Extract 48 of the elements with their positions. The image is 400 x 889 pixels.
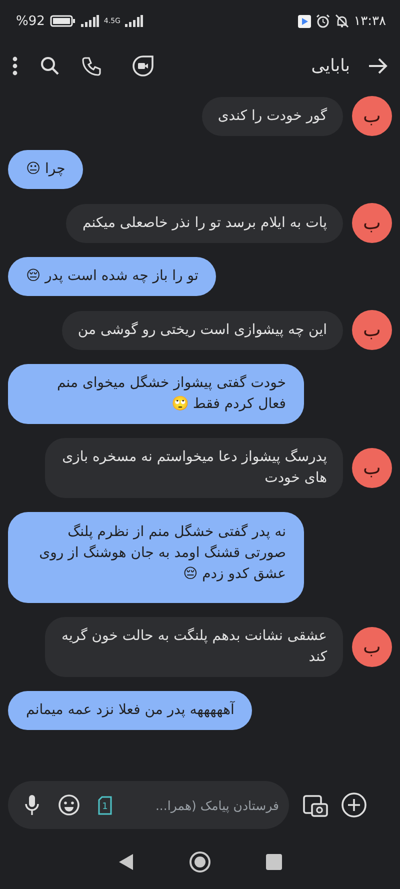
contact-avatar: ب: [352, 203, 392, 243]
message-text: نه پدر گفتی خشگل منم از نظرم پلنگ صورتی قشنگ اومد به جان هوشنگ از روی عشق کدو زدم 😔: [39, 524, 286, 582]
recents-icon[interactable]: [266, 854, 282, 870]
message-bubble[interactable]: آهههههه پدر من فعلا نزد عمه میمانم: [8, 691, 252, 730]
alarm-icon: [316, 14, 330, 28]
back-arrow-icon[interactable]: [368, 57, 388, 75]
signal-icon: [125, 15, 144, 27]
contact-name: بابایی: [311, 56, 350, 76]
phone-icon[interactable]: [82, 56, 102, 76]
message-bubble[interactable]: گور خودت را کندی: [202, 96, 343, 136]
message-text: پات به ایلام برسد تو را نذر خاصعلی میکنم: [82, 214, 327, 230]
add-icon[interactable]: [341, 792, 367, 818]
message-text: تو را باز چه شده است پدر 😔: [26, 268, 198, 284]
message-text: خودت گفتی پیشواز خشگل میخوای منم فعال کردم فقط 🙄: [56, 375, 286, 412]
sim-selector[interactable]: 1: [98, 796, 112, 814]
play-store-icon: [298, 14, 311, 28]
search-icon[interactable]: [40, 56, 60, 76]
battery-icon: [50, 15, 76, 27]
signal-icon: [80, 15, 99, 27]
message-input-field[interactable]: فرستادن پیامک (همرا...: [124, 798, 279, 812]
muted-bell-icon: [334, 14, 349, 28]
microphone-icon[interactable]: [24, 794, 40, 816]
message-bubble[interactable]: تو را باز چه شده است پدر 😔: [8, 257, 216, 296]
message-text: گور خودت را کندی: [218, 108, 327, 124]
back-icon[interactable]: [118, 852, 134, 870]
message-text: چرا 😐: [26, 161, 66, 177]
gallery-camera-icon[interactable]: [303, 792, 329, 818]
emoji-picker-icon[interactable]: [58, 794, 80, 816]
message-bubble[interactable]: پات به ایلام برسد تو را نذر خاصعلی میکنم: [66, 204, 343, 242]
home-icon[interactable]: [188, 850, 211, 872]
battery-percent: %92: [16, 14, 45, 28]
message-bubble[interactable]: این چه پیشوازی است ریختی رو گوشی من: [62, 310, 343, 350]
message-text: عشقی نشانت بدهم پلنگت به حالت خون گریه کند: [61, 628, 327, 665]
contact-avatar: ب: [352, 96, 392, 136]
contact-avatar: ب: [352, 310, 392, 350]
video-call-icon[interactable]: [132, 55, 154, 77]
message-text: این چه پیشوازی است ریختی رو گوشی من: [78, 322, 327, 338]
contact-avatar: ب: [352, 627, 392, 667]
more-options-icon[interactable]: [12, 56, 18, 76]
message-bubble[interactable]: چرا 😐: [8, 150, 84, 189]
message-text: آهههههه پدر من فعلا نزد عمه میمانم: [26, 702, 234, 718]
message-bubble[interactable]: عشقی نشانت بدهم پلنگت به حالت خون گریه کند: [45, 617, 343, 677]
clock: ۱۳:۳۸: [354, 14, 386, 28]
message-text: پدرسگ پیشواز دعا میخواستم نه مسخره بازی های خودت: [62, 449, 327, 486]
message-bubble[interactable]: خودت گفتی پیشواز خشگل میخوای منم فعال کردم فقط 🙄: [8, 364, 304, 424]
contact-avatar: ب: [352, 448, 392, 488]
message-bubble[interactable]: نه پدر گفتی خشگل منم از نظرم پلنگ صورتی قشنگ اومد به جان هوشنگ از روی عشق کدو زدم 😔: [8, 512, 304, 603]
message-bubble[interactable]: پدرسگ پیشواز دعا میخواستم نه مسخره بازی های خودت: [45, 438, 343, 498]
